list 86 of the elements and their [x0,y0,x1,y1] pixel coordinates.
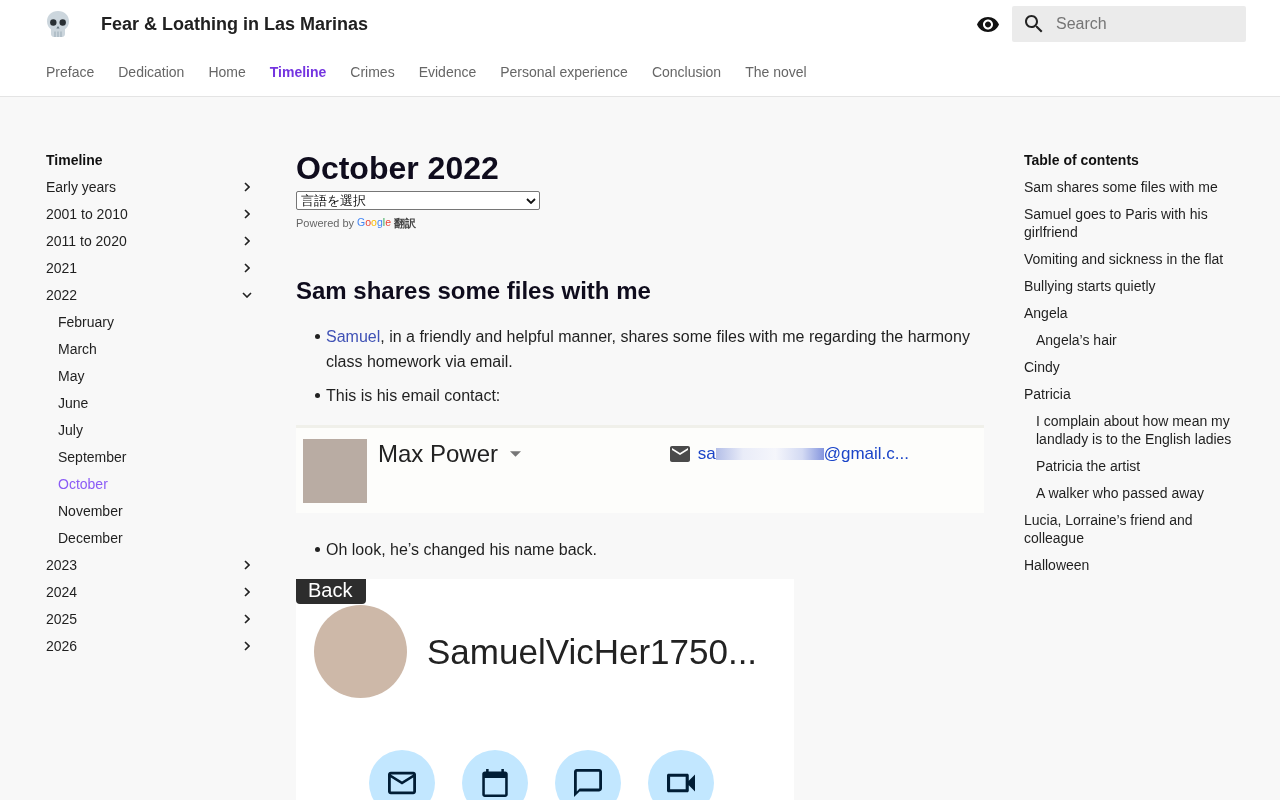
chat-button[interactable] [555,750,621,800]
sidebar-item[interactable]: July [46,416,256,444]
skull-icon[interactable] [46,11,70,37]
toc-link[interactable]: Halloween [1024,551,1246,579]
sidebar-item[interactable]: 2021 [46,254,256,282]
caret-icon [526,197,536,204]
nav-tab[interactable]: Dedication [118,64,185,80]
toc-link[interactable]: Angela’s hair [1024,326,1246,354]
sidebar-item[interactable]: Early years [46,173,256,201]
nav-tab[interactable]: Timeline [269,64,327,80]
nav-tab[interactable]: Personal experience [500,64,628,80]
list-item-text: Oh look, he’s changed his name back. [326,539,598,560]
nav-tab[interactable]: Home [208,64,246,80]
sidebar-item[interactable]: October [46,470,256,498]
search-field[interactable]: Search [1012,6,1246,42]
sidebar-item[interactable]: 2011 to 2020 [46,227,256,255]
nav-tab[interactable]: Conclusion [651,64,722,80]
caret-icon [510,451,522,457]
page-title: October 2022 [296,149,499,187]
back-button[interactable]: Back [296,579,366,604]
chevron-down-icon[interactable] [242,292,252,298]
chevron-right-icon[interactable] [244,209,250,219]
toc-link[interactable]: Angela [1024,299,1246,327]
sidebar-item[interactable]: 2025 [46,605,256,633]
chevron-right-icon[interactable] [244,587,250,597]
toc-link[interactable]: Vomiting and sickness in the flat [1024,245,1246,273]
sidebar-item[interactable]: May [46,362,256,390]
contact-name: Max Power [378,439,499,469]
eye-icon[interactable] [977,16,999,32]
toc-link[interactable]: A walker who passed away [1024,479,1246,507]
sidebar-item[interactable]: September [46,443,256,471]
sidebar-item[interactable]: 2023 [46,551,256,579]
nav-tab[interactable]: Preface [46,64,95,80]
chevron-right-icon[interactable] [244,263,250,273]
blur-icon [715,448,824,460]
bullet-icon [315,546,320,552]
profile-name: SamuelVicHer1750... [427,631,758,672]
email-button[interactable] [369,750,435,800]
chevron-right-icon[interactable] [244,614,250,624]
email-text: @gmail.c... [823,444,909,464]
language-select[interactable]: 言語を選択 [296,191,540,210]
toc-link[interactable]: Patricia the artist [1024,452,1246,480]
calendar-icon [481,769,509,797]
sidebar-item[interactable]: 2024 [46,578,256,606]
sidebar-item[interactable]: March [46,335,256,363]
video-call-button[interactable] [648,750,714,800]
google-logo[interactable]: Google [357,214,391,229]
name-link[interactable]: Samuel [326,327,381,345]
bullet-icon [315,392,320,398]
chevron-right-icon[interactable] [244,182,250,192]
nav-tab[interactable]: The novel [745,64,807,80]
chevron-right-icon[interactable] [244,641,250,651]
nav-tab[interactable]: Evidence [418,64,477,80]
powered-by-text: Powered by [296,216,355,230]
search-icon [1025,15,1043,33]
toc-link[interactable]: Cindy [1024,353,1246,381]
sidebar-item[interactable]: 2026 [46,632,256,660]
toc-link[interactable]: Patricia [1024,380,1246,408]
sidebar-item[interactable]: November [46,497,256,525]
chat-bubble-icon [574,769,602,797]
sidebar-item[interactable]: February [46,308,256,336]
sidebar-item[interactable]: 2022 [46,281,256,309]
toc-heading: Table of contents [1024,151,1140,169]
toc-link[interactable]: I complain about how mean my landlady is to the English ladies [1024,407,1246,453]
calendar-button[interactable] [462,750,528,800]
mail-icon [669,446,690,462]
sidebar-item[interactable]: 2001 to 2010 [46,200,256,228]
sidebar-heading: Timeline [46,151,104,169]
list-item-text: Samuel, in a friendly and helpful manner, shares some files with me regarding the harmony class homework via email. [326,326,971,372]
email-text: sa [697,444,716,464]
photo-placeholder [303,439,367,503]
chevron-right-icon[interactable] [244,236,250,246]
chevron-right-icon[interactable] [244,560,250,570]
nav-tab[interactable]: Crimes [350,64,395,80]
section-heading: Sam shares some files with me [296,276,651,306]
toc-link[interactable]: Sam shares some files with me [1024,173,1246,201]
list-item-text: This is his email contact: [326,385,502,406]
sidebar-item[interactable]: June [46,389,256,417]
site-title[interactable]: Fear & Loathing in Las Marinas [101,13,369,35]
toc-link[interactable]: Bullying starts quietly [1024,272,1246,300]
mail-icon [388,769,416,797]
translate-text[interactable]: 翻訳 [394,216,416,230]
toc-link[interactable]: Samuel goes to Paris with his girlfriend [1024,200,1246,246]
sidebar-item[interactable]: December [46,524,256,552]
toc-link[interactable]: Lucia, Lorraine’s friend and colleague [1024,506,1246,552]
bullet-icon [315,333,320,339]
